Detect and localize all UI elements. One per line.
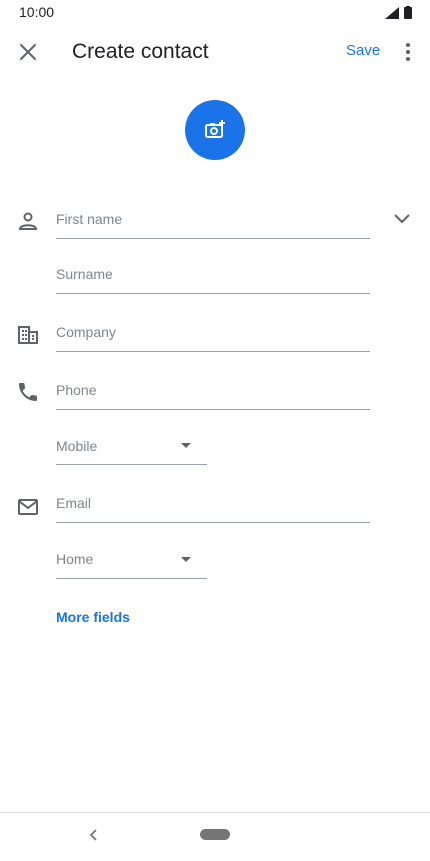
company-underline: [56, 351, 370, 352]
add-photo-button[interactable]: [185, 100, 245, 160]
save-button[interactable]: Save: [346, 42, 380, 59]
email-underline: [56, 522, 370, 523]
battery-icon: [404, 6, 412, 19]
surname-field[interactable]: Surname: [56, 266, 113, 282]
email-field[interactable]: Email: [56, 495, 91, 511]
phone-field[interactable]: Phone: [56, 382, 96, 398]
company-field[interactable]: Company: [56, 324, 116, 340]
close-button[interactable]: [16, 40, 40, 64]
more-vert-icon: [406, 43, 410, 61]
dropdown-arrow-icon[interactable]: [181, 557, 191, 562]
phone-type-underline: [56, 464, 207, 465]
email-icon: [18, 499, 38, 515]
more-fields-button[interactable]: More fields: [56, 609, 130, 625]
back-icon[interactable]: [88, 828, 100, 842]
page-title: Create contact: [72, 40, 209, 63]
email-type-underline: [56, 578, 207, 579]
phone-underline: [56, 409, 370, 410]
overflow-menu-button[interactable]: [398, 40, 418, 64]
status-time: 10:00: [19, 4, 55, 20]
home-button[interactable]: [200, 829, 230, 840]
chevron-down-icon[interactable]: [390, 207, 414, 231]
phone-icon: [19, 383, 37, 401]
email-type-select[interactable]: Home: [56, 551, 93, 567]
first-name-field[interactable]: First name: [56, 211, 122, 227]
signal-icon: [385, 6, 399, 19]
company-icon: [18, 326, 38, 344]
add-photo-icon: [205, 120, 225, 138]
person-icon: [18, 212, 38, 230]
surname-underline: [56, 293, 370, 294]
close-icon: [20, 44, 36, 60]
phone-type-select[interactable]: Mobile: [56, 438, 97, 454]
dropdown-arrow-icon[interactable]: [181, 443, 191, 448]
first-name-underline: [56, 238, 370, 239]
status-icons: [385, 6, 412, 19]
